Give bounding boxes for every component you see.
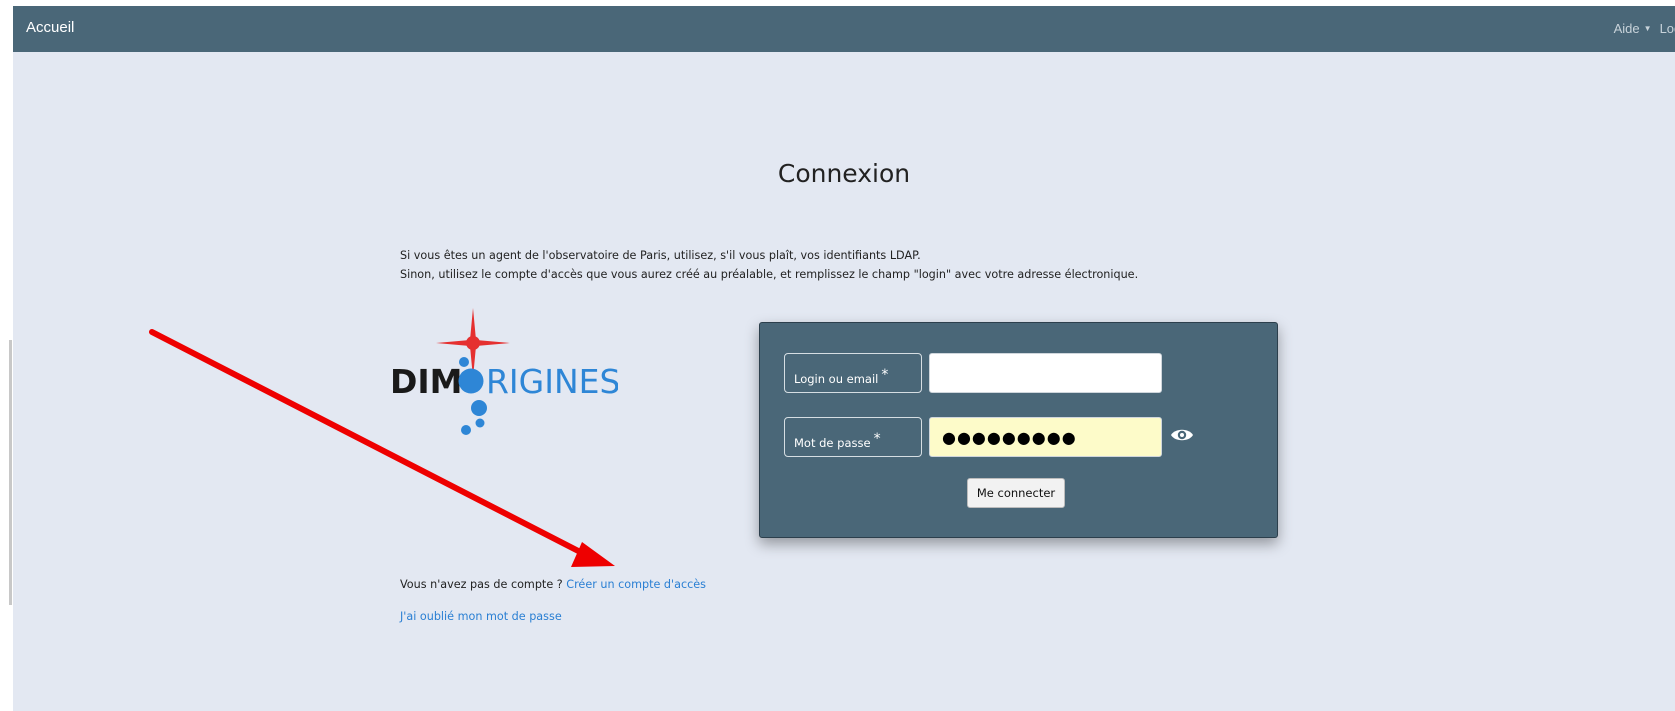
logo-text-dim: DIM [390, 362, 463, 401]
login-submit-button[interactable]: Me connecter [967, 478, 1065, 508]
navbar-right-menu: Aide▼Log in [1614, 21, 1675, 36]
required-asterisk: * [881, 367, 889, 383]
login-input[interactable] [929, 353, 1162, 393]
logo-text-rigines: RIGINES [486, 362, 618, 401]
login-form: Login ou email* Mot de passe* Me connect… [759, 322, 1278, 538]
browser-viewport: Accueil Aide▼Log in Connexion Si vous êt… [13, 6, 1675, 711]
page-title: Connexion [777, 159, 911, 188]
logo-o-circle [458, 368, 484, 394]
help-menu-label: Aide [1613, 21, 1640, 36]
create-account-link[interactable]: Créer un compte d'accès [566, 578, 706, 591]
home-link[interactable]: Accueil [26, 19, 74, 36]
dim-origines-logo: DIM RIGINES [390, 308, 618, 435]
intro-text: Si vous êtes un agent de l'observatoire … [400, 246, 1138, 284]
intro-line-1: Si vous êtes un agent de l'observatoire … [400, 249, 921, 262]
login-link[interactable]: Log in [1660, 21, 1675, 36]
forgot-password-link[interactable]: J'ai oublié mon mot de passe [400, 610, 562, 623]
help-menu[interactable]: Aide ▼ [1614, 21, 1660, 36]
intro-line-2: Sinon, utilisez le compte d'accès que vo… [400, 268, 1139, 281]
password-input[interactable] [929, 417, 1162, 457]
top-navbar: Accueil Aide▼Log in [13, 6, 1675, 52]
no-account-text: Vous n'avez pas de compte ? [400, 578, 563, 591]
login-field-label: Login ou email * [784, 353, 922, 393]
password-field-label: Mot de passe * [784, 417, 922, 457]
forgot-password-row: J'ai oublié mon mot de passe [400, 610, 562, 623]
caret-down-icon: ▼ [1643, 24, 1652, 33]
login-label-text: Login ou email [794, 372, 879, 386]
no-account-row: Vous n'avez pas de compte ? Créer un com… [400, 578, 706, 591]
required-asterisk: * [873, 431, 881, 447]
eye-icon[interactable] [1170, 427, 1194, 443]
left-scrollbar[interactable] [9, 340, 12, 605]
password-label-text: Mot de passe [794, 436, 871, 450]
